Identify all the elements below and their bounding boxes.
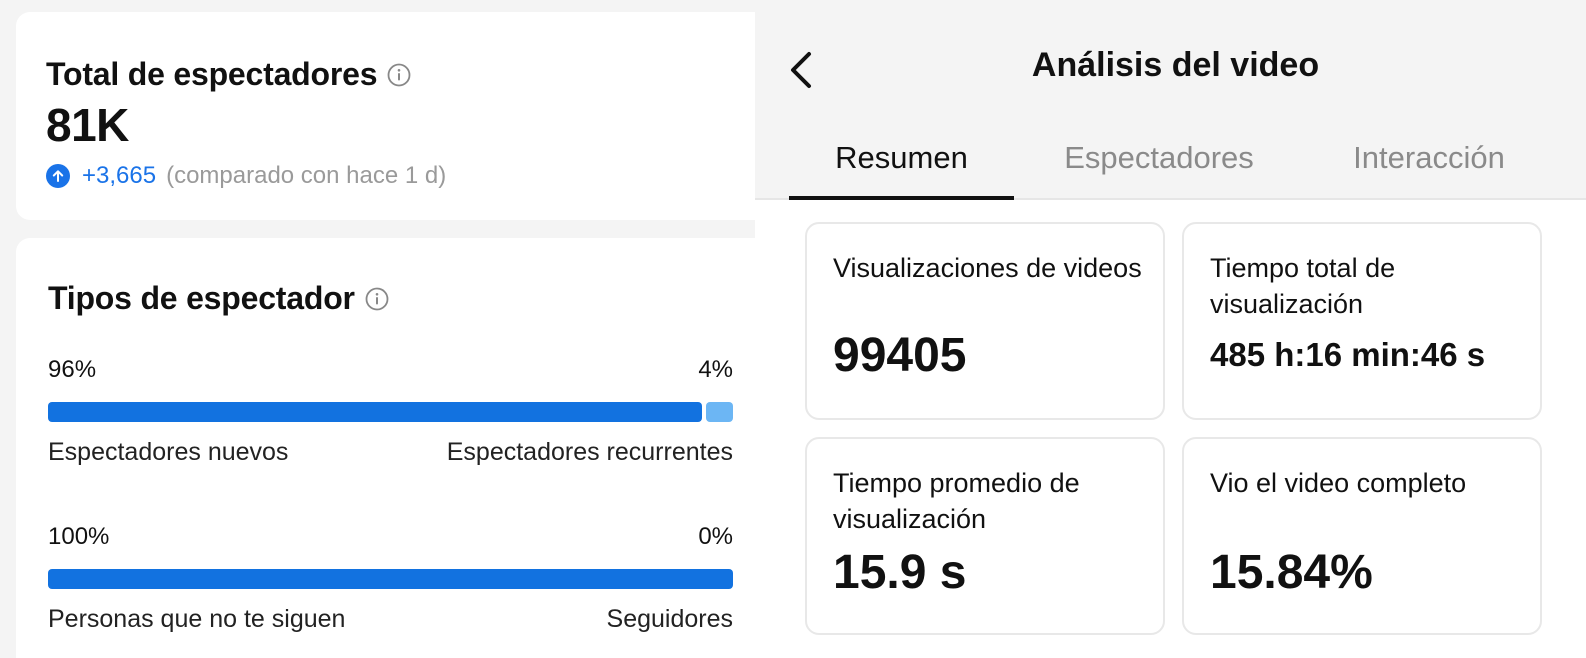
returning-viewers-percent: 4% (698, 356, 733, 383)
metric-label: Tiempo promedio de visualización (833, 468, 1080, 534)
viewer-types-title: Tipos de espectador (48, 280, 355, 316)
followers-percent: 0% (698, 523, 733, 550)
viewer-types-card: Tipos de espectador 96% 4% Espectadores … (16, 238, 762, 658)
non-followers-percent: 100% (48, 523, 110, 550)
followers-bar: 100% 0% Personas que no te siguen Seguid… (48, 523, 733, 634)
metric-value: 99405 (833, 329, 967, 382)
left-panel: Total de espectadores 81K +3,665 (compar… (0, 0, 762, 658)
tab-resumen[interactable]: Resumen (789, 140, 1014, 200)
metric-card-video-views[interactable]: Visualizaciones de videos 99405 (805, 222, 1165, 420)
bar-percent-row: 100% 0% (48, 523, 733, 551)
tab-label: Resumen (835, 140, 968, 175)
metric-card-total-watch-time[interactable]: Tiempo total de visualización 485 h:16 m… (1182, 222, 1542, 420)
new-viewers-percent: 96% (48, 356, 97, 383)
tab-espectadores[interactable]: Espectadores (1014, 140, 1304, 200)
progress-fill-non-followers (48, 569, 733, 589)
right-panel: Análisis del video Resumen Espectadores … (755, 0, 1586, 658)
header: Análisis del video Resumen Espectadores … (755, 0, 1586, 200)
tab-active-indicator (789, 196, 1014, 200)
info-icon[interactable] (365, 287, 389, 311)
metric-card-average-watch-time[interactable]: Tiempo promedio de visualización 15.9 s (805, 437, 1165, 635)
total-viewers-delta-row: +3,665 (comparado con hace 1 d) (46, 162, 446, 190)
viewer-types-title-row: Tipos de espectador (48, 280, 389, 317)
arrow-up-circle-icon (46, 164, 70, 188)
metric-label: Tiempo total de visualización (1210, 253, 1396, 319)
returning-viewers-label: Espectadores recurrentes (446, 438, 733, 466)
bar-label-row: Personas que no te siguen Seguidores (48, 605, 733, 634)
progress-fill-new (48, 402, 702, 422)
screen: Total de espectadores 81K +3,665 (compar… (0, 0, 1586, 658)
total-viewers-value: 81K (46, 99, 129, 151)
tab-interaccion[interactable]: Interacción (1304, 140, 1554, 200)
metric-card-watched-full-video[interactable]: Vio el video completo 15.84% (1182, 437, 1542, 635)
total-viewers-delta: +3,665 (82, 162, 157, 189)
new-viewers-label: Espectadores nuevos (48, 438, 289, 466)
info-icon[interactable] (387, 63, 411, 87)
new-vs-returning-bar: 96% 4% Espectadores nuevos Espectadores … (48, 356, 733, 467)
non-followers-label: Personas que no te siguen (48, 605, 346, 633)
total-viewers-title-row: Total de espectadores (46, 56, 411, 93)
metric-label: Visualizaciones de videos (833, 253, 1142, 283)
total-viewers-title: Total de espectadores (46, 56, 378, 92)
tab-bar: Resumen Espectadores Interacción (789, 140, 1554, 200)
metric-value: 485 h:16 min:46 s (1210, 336, 1486, 373)
progress-bar (48, 569, 733, 589)
bar-label-row: Espectadores nuevos Espectadores recurre… (48, 438, 733, 467)
total-viewers-card: Total de espectadores 81K +3,665 (compar… (16, 12, 762, 220)
bar-percent-row: 96% 4% (48, 356, 733, 384)
total-viewers-delta-note: (comparado con hace 1 d) (166, 162, 447, 189)
metric-label: Vio el video completo (1210, 468, 1467, 498)
tab-label: Interacción (1353, 140, 1505, 175)
metric-value: 15.84% (1210, 546, 1373, 599)
progress-fill-returning (705, 402, 733, 422)
page-title: Análisis del video (1031, 46, 1320, 84)
metric-value: 15.9 s (833, 546, 967, 599)
followers-label: Seguidores (606, 605, 733, 633)
progress-bar (48, 402, 733, 422)
tab-label: Espectadores (1064, 140, 1254, 175)
